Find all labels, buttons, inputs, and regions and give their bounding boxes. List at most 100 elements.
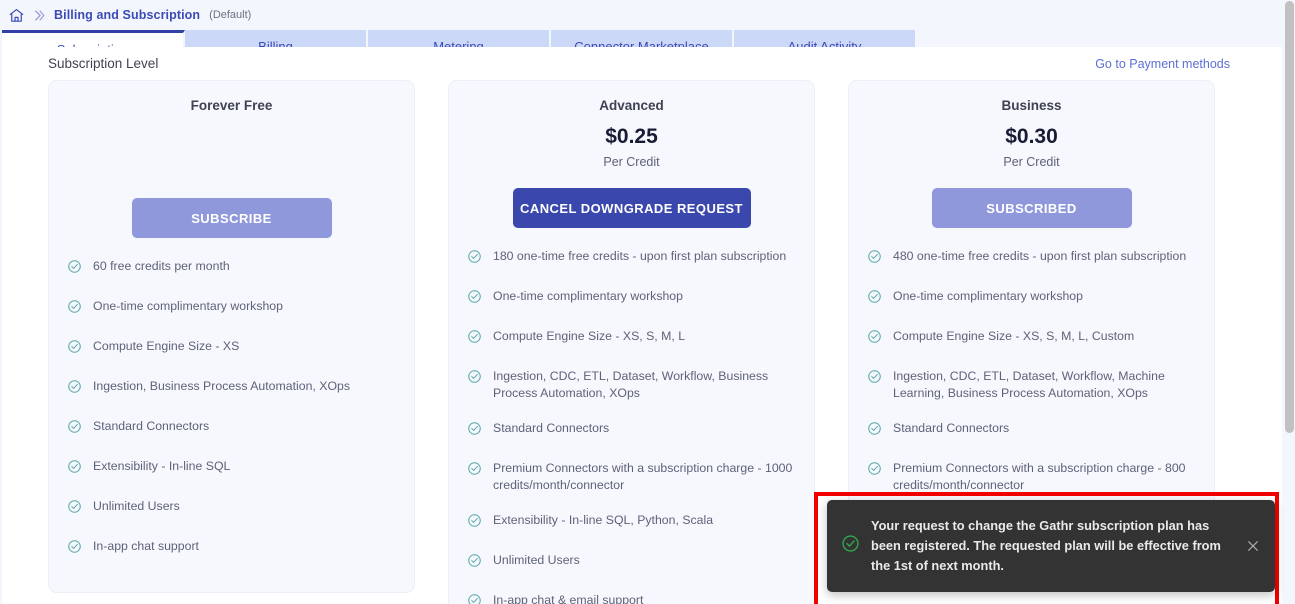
check-circle-icon [67, 258, 82, 279]
section-title: Subscription Level [48, 56, 159, 71]
check-circle-icon [67, 338, 82, 359]
list-item: One-time complimentary workshop [867, 288, 1196, 309]
list-item: Compute Engine Size - XS, S, M, L [467, 328, 796, 349]
list-item: In-app chat support [67, 538, 396, 559]
feature-text: Standard Connectors [493, 421, 610, 435]
check-circle-icon [67, 418, 82, 439]
check-circle-icon [841, 534, 860, 558]
list-item: Ingestion, CDC, ETL, Dataset, Workflow, … [467, 368, 796, 401]
list-item: Premium Connectors with a subscription c… [467, 460, 796, 493]
chevron-double-right-icon [32, 8, 47, 23]
list-item: 180 one-time free credits - upon first p… [467, 248, 796, 269]
plan-feature-list: 60 free credits per month One-time compl… [49, 258, 414, 559]
plan-price-unit: Per Credit [603, 155, 660, 169]
plan-card-forever-free: Forever Free SUBSCRIBE 60 free credits p… [48, 80, 415, 593]
toast-message: Your request to change the Gathr subscri… [871, 518, 1221, 573]
plan-name: Business [1001, 98, 1062, 113]
list-item: In-app chat & email support [467, 592, 796, 604]
check-circle-icon [867, 368, 882, 389]
cancel-downgrade-request-button[interactable]: CANCEL DOWNGRADE REQUEST [512, 188, 751, 228]
list-item: Unlimited Users [467, 552, 796, 573]
list-item: Extensibility - In-line SQL, Python, Sca… [467, 512, 796, 533]
list-item: 60 free credits per month [67, 258, 396, 279]
close-icon[interactable] [1245, 538, 1261, 554]
feature-text: One-time complimentary workshop [93, 299, 283, 313]
home-icon[interactable] [8, 7, 25, 24]
check-circle-icon [67, 298, 82, 319]
feature-text: Unlimited Users [493, 553, 580, 567]
toast-notification: Your request to change the Gathr subscri… [827, 500, 1275, 592]
feature-text: Standard Connectors [893, 421, 1010, 435]
list-item: Ingestion, CDC, ETL, Dataset, Workflow, … [867, 368, 1196, 401]
feature-text: Compute Engine Size - XS, S, M, L, Custo… [893, 329, 1135, 343]
feature-text: Standard Connectors [93, 419, 210, 433]
list-item: Compute Engine Size - XS, S, M, L, Custo… [867, 328, 1196, 349]
check-circle-icon [867, 248, 882, 269]
check-circle-icon [467, 512, 482, 533]
plan-price: $0.25 [605, 125, 658, 148]
check-circle-icon [467, 592, 482, 604]
check-circle-icon [467, 552, 482, 573]
check-circle-icon [867, 460, 882, 481]
vertical-scrollbar-thumb[interactable] [1285, 1, 1294, 433]
plan-action-row: SUBSCRIBE [49, 198, 414, 238]
check-circle-icon [467, 328, 482, 349]
plan-card-advanced: Advanced $0.25 Per Credit CANCEL DOWNGRA… [448, 80, 815, 604]
feature-text: Compute Engine Size - XS, S, M, L [493, 329, 686, 343]
check-circle-icon [467, 460, 482, 481]
check-circle-icon [67, 458, 82, 479]
plan-name: Forever Free [190, 98, 273, 113]
feature-text: Extensibility - In-line SQL, Python, Sca… [493, 513, 714, 527]
list-item: Standard Connectors [467, 420, 796, 441]
go-to-payment-methods-link[interactable]: Go to Payment methods [1095, 57, 1230, 71]
list-item: Premium Connectors with a subscription c… [867, 460, 1196, 493]
check-circle-icon [467, 368, 482, 389]
feature-text: Premium Connectors with a subscription c… [493, 461, 793, 492]
check-circle-icon [867, 420, 882, 441]
list-item: Unlimited Users [67, 498, 396, 519]
plan-price: $0.30 [1005, 125, 1058, 148]
check-circle-icon [67, 538, 82, 559]
list-item: Extensibility - In-line SQL [67, 458, 396, 479]
check-circle-icon [467, 248, 482, 269]
feature-text: Ingestion, Business Process Automation, … [93, 379, 351, 393]
list-item: One-time complimentary workshop [467, 288, 796, 309]
feature-text: In-app chat support [93, 539, 199, 553]
check-circle-icon [67, 498, 82, 519]
subscribe-button[interactable]: SUBSCRIBE [131, 198, 332, 238]
feature-text: 60 free credits per month [93, 259, 230, 273]
list-item: Standard Connectors [867, 420, 1196, 441]
list-item: One-time complimentary workshop [67, 298, 396, 319]
breadcrumb: Billing and Subscription (Default) [0, 0, 1295, 30]
check-circle-icon [867, 288, 882, 309]
feature-text: 180 one-time free credits - upon first p… [493, 249, 787, 263]
page-title-suffix: (Default) [209, 9, 252, 21]
feature-text: Ingestion, CDC, ETL, Dataset, Workflow, … [893, 369, 1165, 400]
feature-text: Extensibility - In-line SQL [93, 459, 231, 473]
plan-price-spacer [49, 115, 414, 179]
list-item: Compute Engine Size - XS [67, 338, 396, 359]
page-title: Billing and Subscription [54, 8, 201, 22]
check-circle-icon [67, 378, 82, 399]
plan-action-row: CANCEL DOWNGRADE REQUEST [449, 188, 814, 228]
list-item: 480 one-time free credits - upon first p… [867, 248, 1196, 269]
feature-text: One-time complimentary workshop [893, 289, 1083, 303]
check-circle-icon [867, 328, 882, 349]
plan-name: Advanced [599, 98, 664, 113]
feature-text: 480 one-time free credits - upon first p… [893, 249, 1187, 263]
check-circle-icon [467, 288, 482, 309]
plan-action-row: SUBSCRIBED [849, 188, 1214, 228]
subscribed-button: SUBSCRIBED [931, 188, 1132, 228]
feature-text: Ingestion, CDC, ETL, Dataset, Workflow, … [493, 369, 769, 400]
plan-price-unit: Per Credit [1003, 155, 1060, 169]
feature-text: In-app chat & email support [493, 593, 644, 604]
check-circle-icon [467, 420, 482, 441]
plan-feature-list: 180 one-time free credits - upon first p… [449, 248, 814, 604]
panel-header: Subscription Level Go to Payment methods [2, 47, 1278, 80]
list-item: Ingestion, Business Process Automation, … [67, 378, 396, 399]
feature-text: One-time complimentary workshop [493, 289, 683, 303]
feature-text: Unlimited Users [93, 499, 180, 513]
list-item: Standard Connectors [67, 418, 396, 439]
plan-feature-list: 480 one-time free credits - upon first p… [849, 248, 1214, 493]
feature-text: Compute Engine Size - XS [93, 339, 240, 353]
